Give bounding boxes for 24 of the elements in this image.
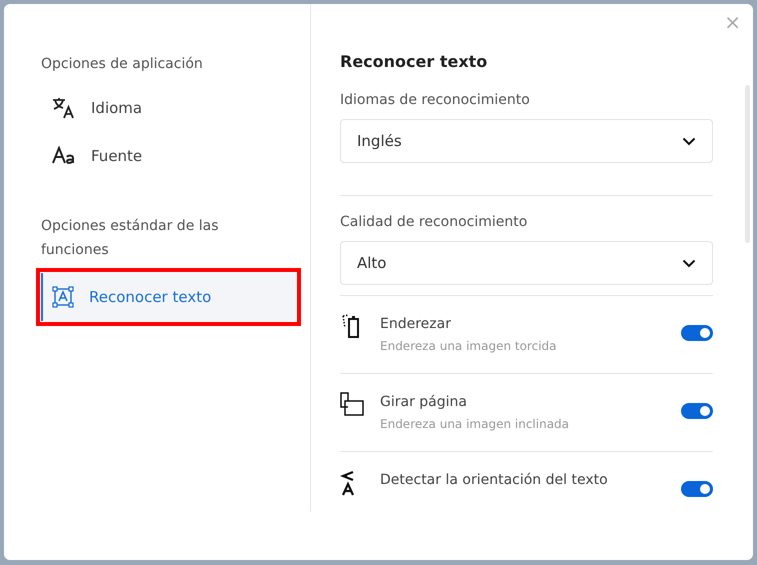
- section-heading: Reconocer texto: [340, 51, 488, 73]
- field-label: Idiomas de reconocimiento: [340, 91, 531, 110]
- sidebar-item[interactable]: Fuente: [41, 132, 296, 180]
- option-description: Endereza una imagen inclinada: [380, 416, 570, 433]
- rotated-letters-icon: [340, 470, 356, 496]
- dropdown[interactable]: Inglés: [340, 119, 713, 163]
- toggle-switch[interactable]: [681, 325, 713, 341]
- section-title: Opciones estándar de las funciones: [41, 217, 220, 260]
- toggle-switch[interactable]: [681, 403, 713, 419]
- option-description: Endereza una imagen torcida: [380, 338, 558, 355]
- dropdown[interactable]: Alto: [340, 241, 713, 285]
- option-title: Girar página: [380, 393, 468, 412]
- overlapping-pages-icon: [340, 392, 364, 416]
- field-label: Calidad de reconocimiento: [340, 213, 528, 232]
- text-frame-icon: [52, 286, 74, 308]
- translate-icon: [52, 97, 76, 119]
- sidebar-item[interactable]: Idioma: [41, 84, 296, 132]
- option-title: Enderezar: [380, 315, 452, 334]
- chevron-down-icon: [682, 136, 696, 146]
- toggle-switch[interactable]: [681, 481, 713, 497]
- font-icon: [52, 146, 76, 166]
- chevron-down-icon: [682, 258, 696, 268]
- option-title: Detectar la orientación del texto: [380, 471, 609, 490]
- section-title: Opciones de aplicación: [41, 55, 204, 74]
